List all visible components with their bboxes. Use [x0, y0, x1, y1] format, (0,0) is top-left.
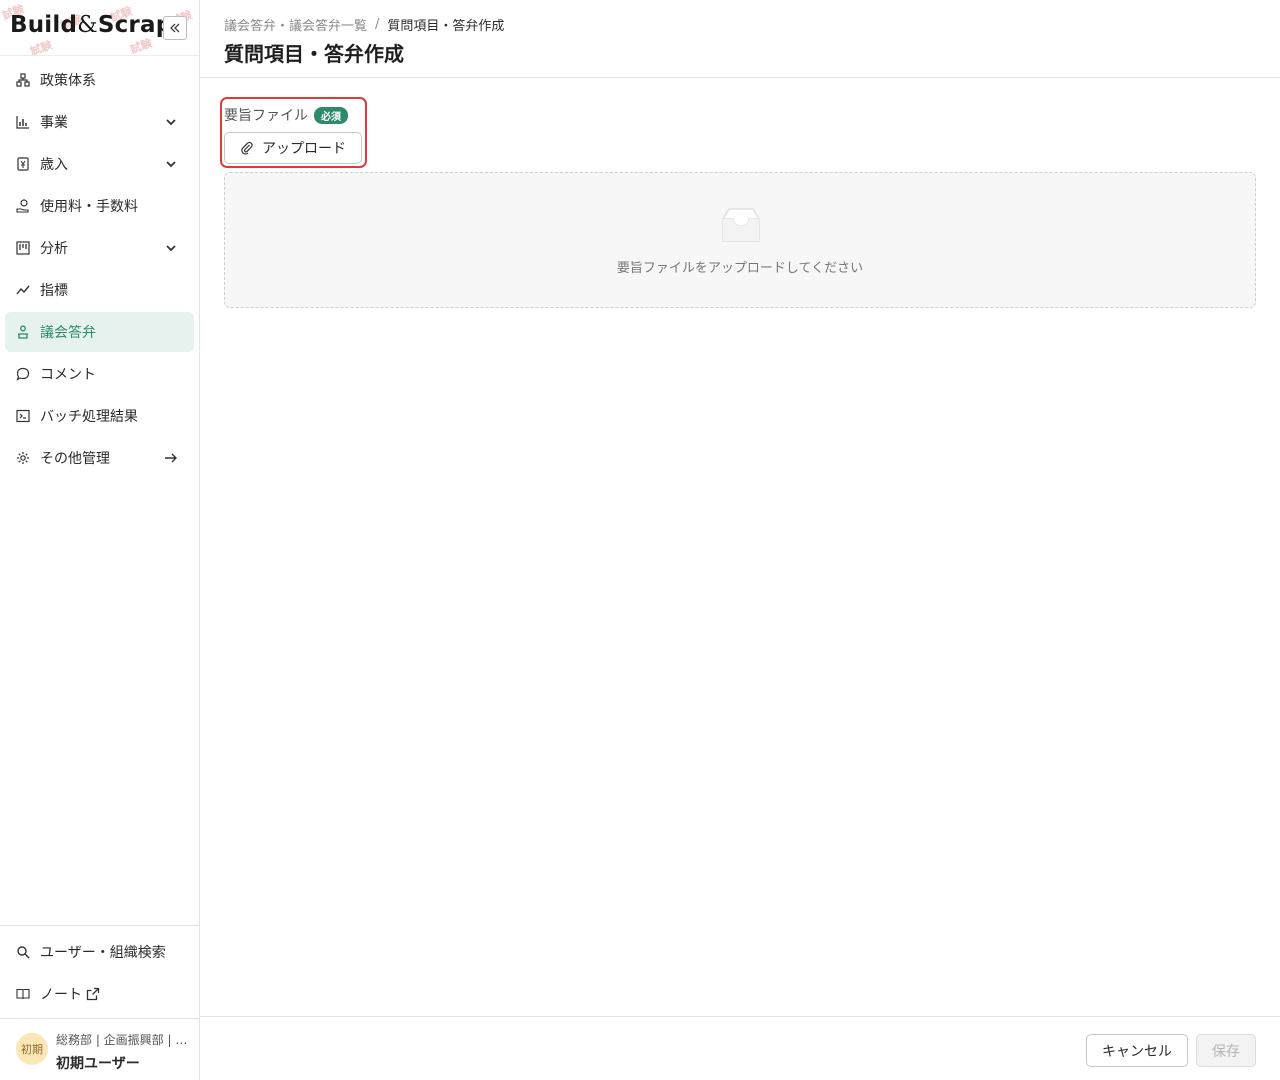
comment-icon [16, 367, 30, 381]
page-title: 質問項目・答弁作成 [224, 42, 404, 66]
required-badge: 必須 [314, 106, 348, 124]
sidebar-item-notes[interactable]: ノート [5, 974, 194, 1014]
sidebar-item-label: コメント [40, 367, 96, 383]
external-link-icon [86, 987, 100, 1001]
board-icon [16, 241, 30, 255]
sidebar-item-fees[interactable]: 使用料・手数料 [5, 186, 194, 226]
sidebar: 試験 試験 試験 試験 試験 試験 Build&Scrap 政策体系 [0, 0, 200, 1080]
sidebar-item-label: バッチ処理結果 [40, 409, 138, 425]
save-button[interactable]: 保存 [1196, 1034, 1256, 1067]
breadcrumb-current: 質問項目・答弁作成 [387, 19, 505, 34]
sidebar-item-label: 政策体系 [40, 73, 96, 89]
sidebar-item-label: 指標 [40, 283, 68, 299]
hand-coin-icon [16, 199, 30, 213]
sidebar-item-label: 使用料・手数料 [40, 199, 138, 215]
sidebar-item-analysis[interactable]: 分析 [5, 228, 194, 268]
podium-icon [16, 325, 30, 339]
upload-button-label: アップロード [262, 141, 346, 157]
sidebar-item-comments[interactable]: コメント [5, 354, 194, 394]
chevron-down-icon[interactable] [164, 241, 178, 255]
arrow-right-icon[interactable] [164, 451, 178, 465]
sidebar-item-revenue[interactable]: 歳入 [5, 144, 194, 184]
breadcrumb-link-council-list[interactable]: 議会答弁・議会答弁一覧 [224, 15, 367, 34]
collapse-sidebar-button[interactable] [163, 16, 187, 40]
cancel-button[interactable]: キャンセル [1086, 1034, 1188, 1067]
user-account[interactable]: 初期 総務部 | 企画振興部 | … 初期ユーザー [0, 1018, 199, 1080]
empty-state-text: 要旨ファイルをアップロードしてください [616, 261, 864, 276]
sidebar-item-batch-results[interactable]: バッチ処理結果 [5, 396, 194, 436]
sidebar-bottom-nav: ユーザー・組織検索 ノート [0, 925, 199, 1016]
sidebar-item-user-org-search[interactable]: ユーザー・組織検索 [5, 932, 194, 972]
bar-chart-icon [16, 115, 30, 129]
yen-doc-icon [16, 157, 30, 171]
gear-icon [16, 451, 30, 465]
app-logo[interactable]: Build&Scrap [10, 12, 172, 38]
breadcrumb: 議会答弁・議会答弁一覧 / 質問項目・答弁作成 [224, 15, 504, 34]
hierarchy-icon [16, 73, 30, 87]
trend-icon [16, 283, 30, 297]
search-icon [16, 945, 30, 959]
sidebar-item-label: 議会答弁 [40, 325, 96, 341]
file-dropzone[interactable]: 要旨ファイルをアップロードしてください [224, 172, 1256, 308]
inbox-icon [722, 208, 760, 242]
sidebar-item-policy-system[interactable]: 政策体系 [5, 60, 194, 100]
terminal-icon [16, 409, 30, 423]
upload-button[interactable]: アップロード [224, 132, 362, 164]
avatar: 初期 [16, 1033, 48, 1065]
paperclip-icon [241, 141, 253, 155]
sidebar-item-label: 歳入 [40, 157, 68, 173]
sidebar-nav: 政策体系 事業 歳入 使用料・手数料 分析 指標 議会答弁 コメント バッチ処理… [0, 56, 199, 478]
sidebar-item-projects[interactable]: 事業 [5, 102, 194, 142]
form-footer: キャンセル 保存 [200, 1016, 1280, 1080]
sidebar-item-label: 分析 [40, 241, 68, 257]
user-name: 初期ユーザー [56, 1056, 140, 1072]
book-icon [16, 987, 30, 1001]
sidebar-item-indicators[interactable]: 指標 [5, 270, 194, 310]
double-chevron-left-icon [170, 23, 180, 33]
sidebar-item-label: その他管理 [40, 451, 110, 467]
sidebar-item-label: ノート [40, 987, 82, 1003]
field-label-text: 要旨ファイル [224, 108, 308, 124]
sidebar-item-label: 事業 [40, 115, 68, 131]
page-header: 議会答弁・議会答弁一覧 / 質問項目・答弁作成 質問項目・答弁作成 [200, 0, 1280, 78]
chevron-down-icon[interactable] [164, 157, 178, 171]
sidebar-item-council-answers[interactable]: 議会答弁 [5, 312, 194, 352]
breadcrumb-separator: / [375, 17, 380, 32]
brand-area: 試験 試験 試験 試験 試験 試験 Build&Scrap [0, 0, 199, 56]
chevron-down-icon[interactable] [164, 115, 178, 129]
user-organization: 総務部 | 企画振興部 | … [56, 1033, 186, 1047]
sidebar-item-label: ユーザー・組織検索 [40, 945, 166, 961]
summary-file-label: 要旨ファイル 必須 [224, 105, 348, 125]
sidebar-item-other-management[interactable]: その他管理 [5, 438, 194, 478]
